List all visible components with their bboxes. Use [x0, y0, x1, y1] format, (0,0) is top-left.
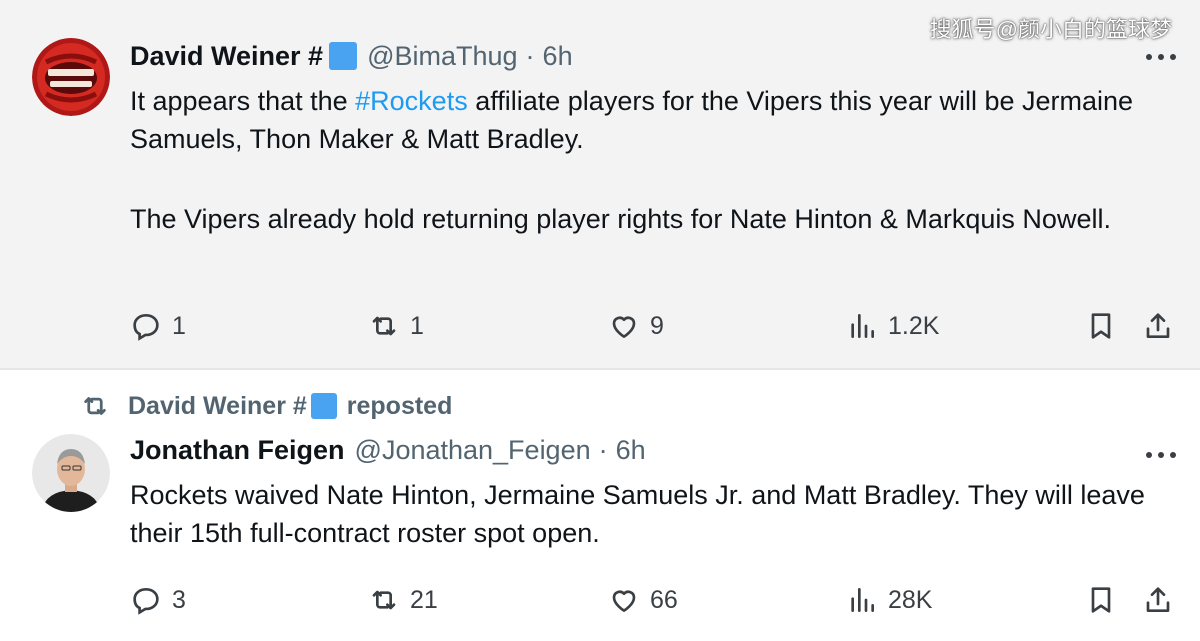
views-button[interactable]: 28K	[846, 582, 932, 618]
tweet-time[interactable]: 6h	[543, 41, 573, 72]
reply-button[interactable]: 3	[130, 582, 186, 618]
share-button[interactable]	[1142, 582, 1174, 618]
share-icon	[1146, 587, 1170, 612]
repost-icon	[372, 316, 396, 336]
verified-badge-icon	[310, 393, 337, 419]
action-bar: 3 21 66 28K	[130, 582, 1180, 618]
tweet-paragraph-2: The Vipers already hold returning player…	[130, 204, 1111, 234]
like-icon	[612, 590, 636, 612]
views-icon	[851, 588, 874, 612]
separator-dot: ·	[598, 434, 608, 465]
tweet-card-1[interactable]: David Weiner # @BimaThug · 6h It appears…	[0, 0, 1200, 368]
bookmark-icon	[1091, 587, 1111, 613]
author-handle[interactable]: @Jonathan_Feigen	[355, 435, 591, 466]
more-icon[interactable]	[1146, 450, 1176, 460]
reply-count: 3	[172, 585, 186, 614]
views-icon	[851, 314, 874, 338]
share-button[interactable]	[1142, 308, 1174, 344]
repost-button[interactable]: 21	[368, 582, 438, 618]
reply-button[interactable]: 1	[130, 308, 186, 344]
author-name[interactable]: Jonathan Feigen	[130, 435, 345, 466]
bookmark-button[interactable]	[1085, 308, 1117, 344]
repost-indicator: David Weiner # reposted	[80, 390, 452, 422]
reposter-name[interactable]: David Weiner #	[128, 392, 307, 421]
tweet-time[interactable]: 6h	[616, 435, 646, 466]
views-count: 28K	[888, 585, 933, 614]
author-name[interactable]: David Weiner #	[130, 41, 323, 72]
views-count: 1.2K	[888, 311, 940, 340]
tweet-text: Rockets waived Nate Hinton, Jermaine Sam…	[130, 480, 1145, 548]
like-icon	[612, 316, 636, 338]
share-icon	[1146, 313, 1170, 338]
reply-icon	[133, 587, 159, 615]
author-avatar[interactable]	[32, 38, 110, 116]
repost-icon	[372, 590, 396, 610]
repost-count: 21	[410, 585, 438, 614]
like-button[interactable]: 66	[608, 582, 678, 618]
reply-count: 1	[172, 311, 186, 340]
text-segment: It appears that the	[130, 86, 356, 116]
tweet-paragraph-1: It appears that the #Rockets affiliate p…	[130, 82, 1180, 158]
repost-icon	[84, 397, 106, 415]
views-button[interactable]: 1.2K	[846, 308, 939, 344]
repost-count: 1	[410, 311, 424, 340]
bookmark-button[interactable]	[1085, 582, 1117, 618]
author-avatar[interactable]	[32, 434, 110, 512]
like-button[interactable]: 9	[608, 308, 664, 344]
tweet-header: Jonathan Feigen @Jonathan_Feigen · 6h	[130, 432, 646, 468]
tweet-card-2[interactable]: David Weiner # reposted Jonathan Feigen …	[0, 368, 1200, 641]
tweet-text: It appears that the #Rockets affiliate p…	[130, 82, 1180, 238]
bookmark-icon	[1091, 313, 1111, 339]
author-handle[interactable]: @BimaThug	[367, 41, 517, 72]
tweet-header: David Weiner # @BimaThug · 6h	[130, 38, 573, 74]
more-icon[interactable]	[1146, 52, 1176, 62]
repost-label: reposted	[346, 391, 453, 420]
action-bar: 1 1 9 1.2K	[130, 308, 1180, 344]
like-count: 66	[650, 585, 678, 614]
verified-badge-icon	[329, 42, 358, 70]
reply-icon	[133, 313, 159, 341]
repost-button[interactable]: 1	[368, 308, 424, 344]
hashtag-link[interactable]: #Rockets	[355, 86, 468, 116]
like-count: 9	[650, 311, 664, 340]
separator-dot: ·	[525, 40, 535, 71]
watermark: 搜狐号@颜小白的篮球梦	[929, 17, 1172, 42]
